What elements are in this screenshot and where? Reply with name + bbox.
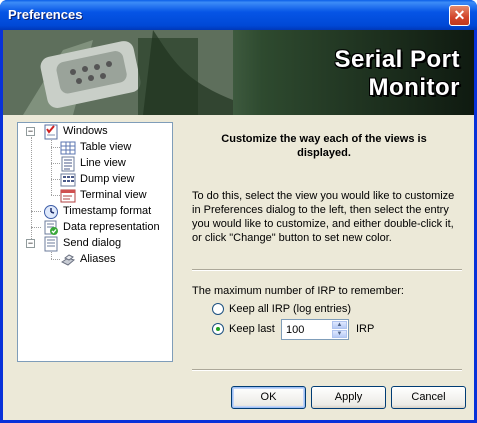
aliases-icon bbox=[61, 254, 76, 266]
apply-button[interactable]: Apply bbox=[311, 386, 386, 409]
arrow-up-icon: ▲ bbox=[336, 322, 343, 328]
panel-description: To do this, select the view you would li… bbox=[192, 190, 455, 244]
tree-line bbox=[51, 195, 60, 196]
irp-limit-label: The maximum number of IRP to remember: bbox=[192, 285, 404, 297]
terminal-view-icon bbox=[60, 189, 76, 203]
preferences-window: Preferences ✕ Serial Port Monitor − Wind… bbox=[0, 0, 477, 423]
irp-count-stepper[interactable]: ▲ ▼ bbox=[281, 319, 349, 340]
tree-item-label: Send dialog bbox=[63, 237, 122, 249]
tree-line bbox=[51, 147, 60, 148]
divider bbox=[192, 269, 462, 271]
serial-connector-image bbox=[3, 30, 233, 115]
dump-view-icon bbox=[60, 173, 76, 187]
table-view-icon bbox=[60, 141, 76, 155]
tree-line bbox=[31, 137, 32, 247]
tree-item-label: Terminal view bbox=[80, 189, 147, 201]
tree-item-label: Table view bbox=[80, 141, 132, 153]
tree-item-label: Data representation bbox=[63, 221, 160, 233]
radio-selected-dot bbox=[216, 327, 220, 331]
panel-heading: Customize the way each of the views is d… bbox=[221, 133, 427, 159]
clock-icon bbox=[44, 205, 58, 219]
tree-line bbox=[51, 163, 60, 164]
collapse-icon[interactable]: − bbox=[26, 127, 35, 136]
tree-line bbox=[51, 179, 60, 180]
tree-item-label: Dump view bbox=[80, 173, 135, 185]
ok-button[interactable]: OK bbox=[231, 386, 306, 409]
irp-count-input[interactable] bbox=[284, 322, 334, 337]
windows-checklist-icon bbox=[44, 124, 58, 140]
preferences-tree[interactable]: − Windows Table view Line view Dump view… bbox=[17, 122, 173, 362]
tree-line bbox=[51, 137, 52, 195]
close-button[interactable]: ✕ bbox=[449, 5, 470, 26]
tree-item-label: Windows bbox=[63, 125, 108, 137]
spin-up-button[interactable]: ▲ bbox=[332, 321, 347, 329]
keep-last-irp-label[interactable]: Keep last bbox=[229, 323, 275, 335]
banner-title-line1: Serial Port bbox=[334, 46, 460, 73]
tree-item-label: Timestamp format bbox=[63, 205, 152, 217]
keep-all-irp-label[interactable]: Keep all IRP (log entries) bbox=[229, 303, 351, 315]
irp-unit-label: IRP bbox=[356, 323, 375, 335]
spin-down-button[interactable]: ▼ bbox=[332, 330, 347, 338]
divider bbox=[192, 369, 462, 371]
data-representation-icon bbox=[44, 220, 58, 235]
cancel-button[interactable]: Cancel bbox=[391, 386, 466, 409]
spin-buttons: ▲ ▼ bbox=[332, 321, 347, 338]
title-bar[interactable]: Preferences ✕ bbox=[0, 0, 477, 30]
dialog-client-area: Serial Port Monitor − Windows Table view… bbox=[3, 30, 474, 420]
tree-item-label: Aliases bbox=[80, 253, 116, 265]
window-title: Preferences bbox=[8, 7, 83, 22]
tree-line bbox=[31, 211, 41, 212]
tree-line bbox=[51, 259, 60, 260]
collapse-icon[interactable]: − bbox=[26, 239, 35, 248]
tree-item-label: Line view bbox=[80, 157, 126, 169]
tree-line bbox=[31, 227, 41, 228]
line-view-icon bbox=[61, 156, 75, 172]
banner-title-line2: Monitor bbox=[368, 74, 460, 101]
arrow-down-icon: ▼ bbox=[336, 331, 343, 337]
close-icon: ✕ bbox=[453, 7, 466, 23]
send-dialog-icon bbox=[44, 236, 58, 252]
product-banner: Serial Port Monitor bbox=[3, 30, 474, 115]
keep-all-irp-radio[interactable] bbox=[212, 303, 224, 315]
keep-last-irp-radio[interactable] bbox=[212, 323, 224, 335]
